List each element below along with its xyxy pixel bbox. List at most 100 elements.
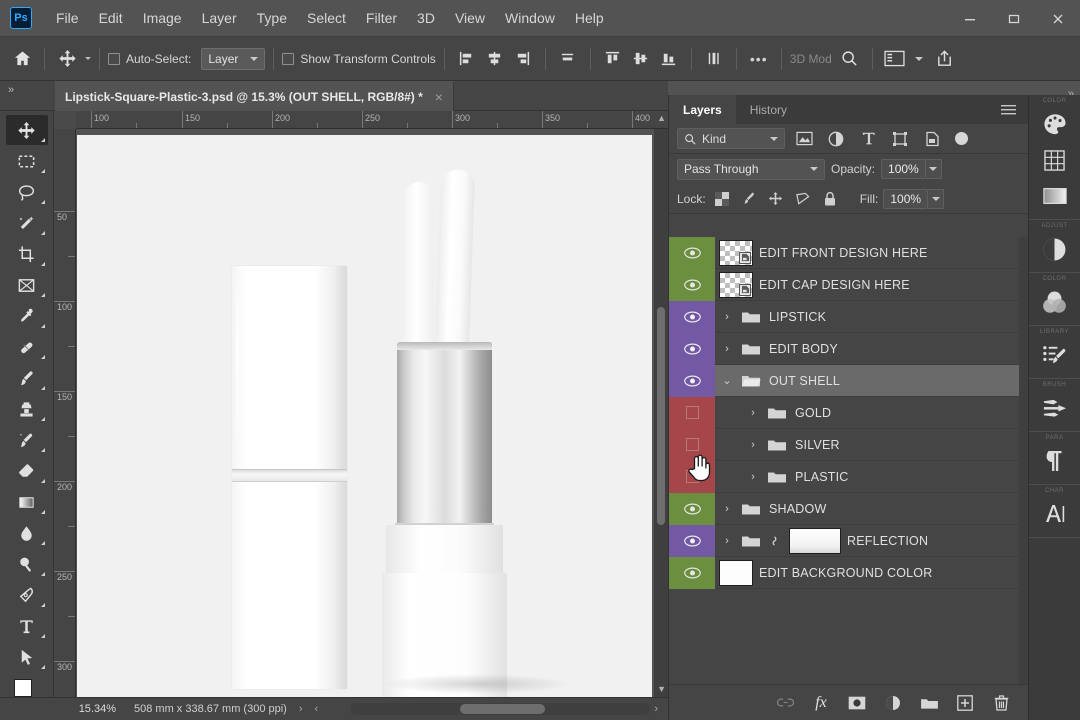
lock-all-icon[interactable] (819, 188, 841, 210)
home-icon[interactable] (8, 46, 36, 72)
path-selection-tool[interactable] (6, 642, 48, 672)
link-layers-button[interactable] (773, 691, 797, 715)
layer-visibility-toggle[interactable] (669, 556, 715, 589)
chevron-right-icon[interactable]: › (745, 407, 761, 419)
menu-select[interactable]: Select (297, 6, 356, 30)
foreground-color-swatch[interactable] (13, 679, 32, 697)
layer-list[interactable]: EDIT FRONT DESIGN HERE EDIT CAP DESIGN H… (669, 237, 1029, 685)
menu-window[interactable]: Window (495, 6, 565, 30)
chevron-right-icon[interactable]: › (719, 503, 735, 515)
layer-row-body[interactable]: › EDIT BODY (715, 333, 1029, 365)
menu-layer[interactable]: Layer (192, 6, 247, 30)
spot-healing-brush-tool[interactable] (6, 332, 48, 362)
layer-row-body[interactable]: › SHADOW (715, 493, 1029, 525)
move-tool[interactable] (5, 115, 48, 145)
crop-tool[interactable] (6, 239, 48, 269)
minimize-icon[interactable] (948, 0, 992, 37)
layer-row[interactable]: › REFLECTION (669, 524, 1029, 557)
search-icon[interactable] (836, 46, 864, 72)
lock-image-pixels-icon[interactable] (738, 188, 760, 210)
lock-position-icon[interactable] (765, 188, 787, 210)
history-brush-tool[interactable] (6, 425, 48, 455)
chevron-right-icon[interactable]: › (745, 439, 761, 451)
menu-3d[interactable]: 3D (407, 6, 445, 30)
opacity-field[interactable]: 100% (881, 159, 926, 179)
opacity-stepper[interactable] (925, 159, 942, 179)
close-document-icon[interactable]: × (435, 89, 443, 105)
menu-help[interactable]: Help (565, 6, 614, 30)
layer-thumbnail[interactable] (719, 271, 753, 298)
layer-mask-thumbnail[interactable] (789, 527, 841, 554)
fill-field[interactable]: 100% (883, 188, 929, 209)
tab-history[interactable]: History (736, 95, 801, 124)
menu-edit[interactable]: Edit (89, 6, 133, 30)
tab-layers[interactable]: Layers (669, 95, 736, 124)
show-transform-controls-checkbox[interactable] (282, 52, 295, 65)
eyedropper-tool[interactable] (6, 301, 48, 331)
layer-row-body[interactable]: › SILVER (715, 429, 1029, 461)
canvas-horizontal-scroll-thumb[interactable] (460, 704, 545, 714)
character-icon[interactable] (1036, 496, 1074, 532)
layer-row[interactable]: › SILVER (669, 428, 1029, 461)
adjustments-icon[interactable] (1036, 231, 1074, 267)
canvas-horizontal-scrollbar[interactable] (350, 703, 650, 715)
align-vertical-centers-icon[interactable] (627, 46, 655, 72)
lock-transparent-pixels-icon[interactable] (711, 188, 733, 210)
layer-row[interactable]: › LIPSTICK (669, 300, 1029, 333)
layer-row-body[interactable]: › REFLECTION (715, 525, 1029, 557)
gradients-icon[interactable] (1036, 178, 1074, 214)
layer-filter-kind-dropdown[interactable]: Kind (677, 128, 785, 149)
horizontal-type-tool[interactable] (6, 611, 48, 641)
swatches-icon[interactable] (1036, 142, 1074, 178)
layer-visibility-toggle[interactable] (669, 428, 715, 461)
layer-row[interactable]: EDIT CAP DESIGN HERE (669, 268, 1029, 301)
auto-select-checkbox[interactable] (108, 52, 120, 65)
add-layer-mask-button[interactable] (845, 691, 869, 715)
brush-tool[interactable] (6, 363, 48, 393)
layer-row-body[interactable]: › PLASTIC (715, 461, 1029, 493)
layer-row-body[interactable]: ⌄ OUT SHELL (715, 365, 1029, 397)
libraries-icon[interactable] (1036, 337, 1074, 373)
new-layer-button[interactable] (953, 691, 977, 715)
layer-visibility-toggle[interactable] (669, 268, 715, 301)
align-horizontal-centers-icon[interactable] (481, 46, 509, 72)
canvas-artboard[interactable] (77, 135, 652, 697)
chevron-right-icon[interactable]: › (719, 535, 735, 547)
align-right-edges-icon[interactable] (509, 46, 537, 72)
layer-row-body[interactable]: › GOLD (715, 397, 1029, 429)
align-left-edges-icon[interactable] (453, 46, 481, 72)
layer-row-body[interactable]: EDIT FRONT DESIGN HERE (715, 237, 1029, 269)
collapse-dock-icon[interactable]: » (8, 84, 14, 96)
layer-visibility-toggle[interactable] (669, 237, 715, 269)
fill-stepper[interactable] (928, 188, 945, 209)
layer-visibility-toggle[interactable] (669, 460, 715, 493)
clone-stamp-tool[interactable] (6, 394, 48, 424)
panel-menu-icon[interactable] (989, 95, 1028, 124)
canvas-vertical-scrollbar[interactable] (654, 129, 668, 702)
filter-enable-toggle[interactable] (955, 132, 968, 145)
menu-type[interactable]: Type (247, 6, 297, 30)
canvas-area[interactable]: 100 150 200 250 300 350 400 50 100 150 2… (54, 111, 668, 720)
chevron-right-icon[interactable]: › (719, 311, 735, 323)
distribute-horizontally-icon[interactable] (554, 46, 582, 72)
workspace-switcher-icon[interactable] (881, 46, 909, 72)
layer-visibility-toggle[interactable] (669, 364, 715, 397)
filter-type-icon[interactable] (855, 128, 881, 150)
layer-row[interactable]: › GOLD (669, 396, 1029, 429)
menu-image[interactable]: Image (133, 6, 192, 30)
layer-list-scrollbar[interactable] (1019, 237, 1028, 685)
layer-style-button[interactable]: fx (809, 691, 833, 715)
auto-select-target-dropdown[interactable]: Layer (201, 47, 266, 70)
close-icon[interactable] (1036, 0, 1080, 37)
move-tool-icon[interactable] (53, 46, 81, 72)
filter-smart-object-icon[interactable] (919, 128, 945, 150)
filter-adjustment-icon[interactable] (823, 128, 849, 150)
layer-visibility-toggle[interactable] (669, 300, 715, 333)
paragraph-icon[interactable] (1036, 443, 1074, 479)
object-selection-tool[interactable] (6, 208, 48, 238)
maximize-icon[interactable] (992, 0, 1036, 37)
layer-thumbnail[interactable] (719, 239, 753, 266)
rectangular-marquee-tool[interactable] (6, 146, 48, 176)
document-tab[interactable]: Lipstick-Square-Plastic-3.psd @ 15.3% (O… (55, 81, 454, 111)
align-bottom-edges-icon[interactable] (655, 46, 683, 72)
